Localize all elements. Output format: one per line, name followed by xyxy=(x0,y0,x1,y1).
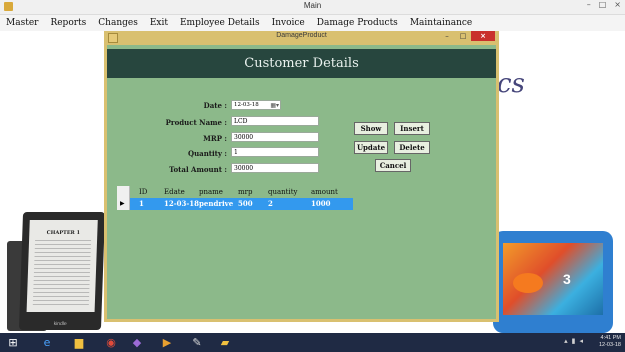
column-header-id[interactable]: ID xyxy=(139,186,147,198)
date-value: 12-03-18 xyxy=(234,102,259,108)
mrp-input[interactable]: 30000 xyxy=(231,132,319,142)
total-amount-label: Total Amount : xyxy=(169,165,227,174)
main-close-button[interactable]: × xyxy=(614,0,621,9)
mrp-label: MRP : xyxy=(203,134,227,143)
form-maximize-button[interactable]: □ xyxy=(455,31,471,41)
main-minimize-button[interactable]: – xyxy=(587,0,591,9)
calendar-dropdown-icon[interactable]: ▦▾ xyxy=(270,101,279,110)
total-amount-input[interactable]: 30000 xyxy=(231,163,319,173)
column-header-pname[interactable]: pname xyxy=(199,186,223,198)
tray-network-icon[interactable]: ▮ xyxy=(572,337,576,345)
customer-details-header: Customer Details xyxy=(107,49,496,78)
main-window-controls: – □ × xyxy=(587,0,621,9)
browser-icon[interactable]: e xyxy=(40,336,54,349)
menu-invoice[interactable]: Invoice xyxy=(266,15,311,31)
cell-amount[interactable]: 1000 xyxy=(311,198,330,210)
fish-image xyxy=(513,273,543,293)
tablet-screen: 3 xyxy=(503,243,603,315)
menu-reports[interactable]: Reports xyxy=(44,15,92,31)
menu-changes[interactable]: Changes xyxy=(92,15,144,31)
menu-master[interactable]: Master xyxy=(0,15,44,31)
column-header-amount[interactable]: amount xyxy=(311,186,338,198)
damage-product-window: DamageProduct – □ × Customer Details Dat… xyxy=(104,31,499,322)
column-header-mrp[interactable]: mrp xyxy=(238,186,252,198)
form-minimize-button[interactable]: – xyxy=(439,31,455,41)
main-titlebar: Main – □ × xyxy=(0,0,625,15)
background-brand-text: cs xyxy=(497,69,525,99)
cancel-button[interactable]: Cancel xyxy=(375,159,411,172)
update-button[interactable]: Update xyxy=(354,141,388,154)
tray-volume-icon[interactable]: ◂ xyxy=(579,337,583,345)
insert-button[interactable]: Insert xyxy=(394,122,430,135)
quantity-label: Quantity : xyxy=(187,149,227,158)
kindle-device-image: CHAPTER 1 kindle xyxy=(18,212,106,330)
tablet-device-image: 3 xyxy=(493,231,613,333)
tablet-badge: 3 xyxy=(563,271,571,287)
damage-products-grid[interactable]: ID Edate pname mrp quantity amount ▶ 1 1… xyxy=(117,186,353,210)
form-close-button[interactable]: × xyxy=(471,31,495,41)
chrome-icon[interactable]: ◉ xyxy=(104,336,118,349)
quantity-input[interactable]: 1 xyxy=(231,147,319,157)
windows-start-icon[interactable]: ⊞ xyxy=(6,336,20,349)
main-window-title: Main xyxy=(303,1,322,10)
kindle-screen: CHAPTER 1 xyxy=(26,220,98,312)
row-pointer-icon: ▶ xyxy=(120,200,125,207)
clock[interactable]: 4:41 PM 12-03-18 xyxy=(599,335,621,349)
kindle-text-lines xyxy=(32,240,92,306)
grid-corner xyxy=(117,186,130,198)
column-header-edate[interactable]: Edate xyxy=(164,186,185,198)
form-window-controls: – □ × xyxy=(439,31,495,41)
menu-exit[interactable]: Exit xyxy=(144,15,174,31)
cell-quantity[interactable]: 2 xyxy=(268,198,273,210)
app-taskbar-icon[interactable]: ▰ xyxy=(218,336,232,349)
kindle-logo: kindle xyxy=(53,321,67,327)
date-picker[interactable]: 12-03-18 ▦▾ xyxy=(231,100,281,110)
file-explorer-icon[interactable]: ▆ xyxy=(72,336,86,349)
visual-studio-icon[interactable]: ◆ xyxy=(130,336,144,349)
clock-date: 12-03-18 xyxy=(598,342,621,348)
form-titlebar: DamageProduct – □ × xyxy=(104,31,499,44)
system-tray-icons[interactable]: ▴ ▮ ◂ xyxy=(564,337,583,345)
table-row[interactable]: ▶ 1 12-03-18 pendrive 500 2 1000 xyxy=(117,198,353,210)
grid-header-row: ID Edate pname mrp quantity amount xyxy=(117,186,353,198)
cell-edate[interactable]: 12-03-18 xyxy=(164,198,199,210)
date-label: Date : xyxy=(203,101,227,110)
page-title: Customer Details xyxy=(244,56,359,71)
menu-employee-details[interactable]: Employee Details xyxy=(174,15,266,31)
cell-id[interactable]: 1 xyxy=(139,198,144,210)
media-player-icon[interactable]: ▶ xyxy=(160,336,174,349)
tray-arrow-icon[interactable]: ▴ xyxy=(564,337,568,345)
delete-button[interactable]: Delete xyxy=(394,141,430,154)
cell-pname[interactable]: pendrive xyxy=(199,198,233,210)
column-header-quantity[interactable]: quantity xyxy=(268,186,298,198)
product-name-input[interactable]: LCD xyxy=(231,116,319,126)
kindle-chapter-text: CHAPTER 1 xyxy=(46,230,81,236)
menu-maintainance[interactable]: Maintainance xyxy=(404,15,478,31)
cell-mrp[interactable]: 500 xyxy=(238,198,253,210)
clock-time: 4:41 PM xyxy=(600,335,621,341)
show-button[interactable]: Show xyxy=(354,122,388,135)
form-client-area: Customer Details Date : 12-03-18 ▦▾ Prod… xyxy=(107,45,496,319)
paint-icon[interactable]: ✎ xyxy=(190,336,204,349)
menubar: Master Reports Changes Exit Employee Det… xyxy=(0,15,625,31)
main-maximize-button[interactable]: □ xyxy=(599,0,607,9)
row-header[interactable]: ▶ xyxy=(117,198,130,210)
taskbar: ⊞ e ▆ ◉ ◆ ▶ ✎ ▰ ▴ ▮ ◂ 4:41 PM 12-03-18 xyxy=(0,333,625,352)
product-name-label: Product Name : xyxy=(165,118,227,127)
menu-damage-products[interactable]: Damage Products xyxy=(311,15,404,31)
